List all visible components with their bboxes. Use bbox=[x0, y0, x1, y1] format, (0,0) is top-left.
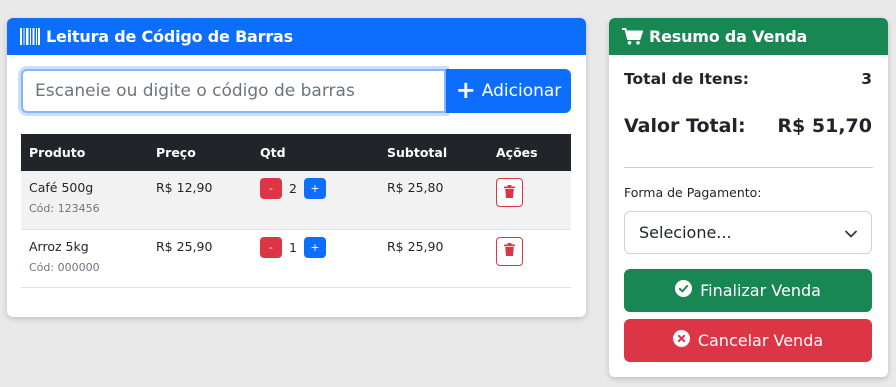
total-value-row: Valor Total: R$ 51,70 bbox=[624, 115, 872, 137]
trash-icon bbox=[504, 184, 515, 201]
price-cell: R$ 25,90 bbox=[148, 229, 252, 288]
add-item-button-label: Adicionar bbox=[481, 81, 562, 101]
barcode-scan-card: Leitura de Código de Barras + Adicionar … bbox=[7, 18, 586, 317]
product-cell: Arroz 5kg Cód: 000000 bbox=[21, 229, 148, 288]
payment-method-select[interactable]: Selecione... bbox=[624, 211, 872, 254]
x-circle-icon bbox=[672, 330, 690, 351]
total-items-value: 3 bbox=[861, 70, 872, 88]
col-header-subtotal: Subtotal bbox=[379, 134, 488, 171]
total-value-amount: R$ 51,70 bbox=[777, 115, 872, 137]
subtotal-cell: R$ 25,80 bbox=[379, 171, 488, 230]
product-code: Cód: 000000 bbox=[29, 260, 100, 274]
product-cell: Café 500g Cód: 123456 bbox=[21, 171, 148, 230]
cancel-sale-button[interactable]: Cancelar Venda bbox=[624, 319, 872, 362]
table-header-row: Produto Preço Qtd Subtotal Ações bbox=[21, 134, 571, 171]
decrease-qty-button[interactable]: - bbox=[260, 236, 282, 258]
summary-divider bbox=[624, 167, 873, 168]
actions-cell bbox=[488, 171, 571, 230]
col-header-qty: Qtd bbox=[252, 134, 379, 171]
plus-icon: + bbox=[455, 76, 476, 104]
finalize-sale-label: Finalizar Venda bbox=[700, 281, 821, 300]
product-code: Cód: 123456 bbox=[29, 202, 100, 215]
barcode-input-group: + Adicionar bbox=[21, 69, 571, 113]
barcode-icon bbox=[20, 28, 40, 45]
check-circle-icon bbox=[675, 280, 693, 301]
scan-card-title: Leitura de Código de Barras bbox=[46, 27, 293, 46]
total-items-label: Total de Itens: bbox=[624, 70, 749, 88]
product-name: Café 500g bbox=[29, 180, 94, 195]
table-row: Café 500g Cód: 123456 R$ 12,90 - 2 + R$ … bbox=[21, 171, 571, 230]
qty-value: 1 bbox=[289, 239, 297, 255]
scan-card-header: Leitura de Código de Barras bbox=[7, 18, 586, 55]
qty-cell: - 1 + bbox=[252, 229, 379, 288]
delete-item-button[interactable] bbox=[496, 236, 523, 266]
finalize-sale-button[interactable]: Finalizar Venda bbox=[624, 269, 872, 312]
cart-icon bbox=[622, 28, 643, 45]
col-header-price: Preço bbox=[148, 134, 252, 171]
trash-icon bbox=[504, 243, 515, 259]
delete-item-button[interactable] bbox=[496, 178, 523, 207]
col-header-product: Produto bbox=[21, 134, 148, 171]
col-header-actions: Ações bbox=[488, 134, 571, 171]
total-value-label: Valor Total: bbox=[624, 115, 746, 137]
chevron-down-icon bbox=[845, 223, 857, 242]
items-table: Produto Preço Qtd Subtotal Ações Café 50… bbox=[21, 134, 571, 288]
qty-cell: - 2 + bbox=[252, 171, 379, 230]
barcode-input[interactable] bbox=[21, 69, 446, 113]
payment-method-label: Forma de Pagamento: bbox=[624, 185, 762, 200]
product-name: Arroz 5kg bbox=[29, 238, 89, 254]
increase-qty-button[interactable]: + bbox=[303, 178, 326, 199]
increase-qty-button[interactable]: + bbox=[303, 236, 326, 258]
total-items-row: Total de Itens: 3 bbox=[624, 70, 872, 88]
table-row: Arroz 5kg Cód: 000000 R$ 25,90 - 1 + R$ … bbox=[21, 229, 571, 288]
cancel-sale-label: Cancelar Venda bbox=[697, 331, 824, 350]
subtotal-cell: R$ 25,90 bbox=[379, 229, 488, 288]
decrease-qty-button[interactable]: - bbox=[260, 178, 282, 199]
summary-card-header: Resumo da Venda bbox=[609, 18, 888, 55]
qty-value: 2 bbox=[289, 181, 297, 196]
price-cell: R$ 12,90 bbox=[148, 171, 252, 230]
payment-method-selected: Selecione... bbox=[639, 223, 732, 242]
add-item-button[interactable]: + Adicionar bbox=[446, 69, 571, 113]
actions-cell bbox=[488, 229, 571, 288]
summary-card-title: Resumo da Venda bbox=[649, 27, 808, 46]
sale-summary-card: Resumo da Venda Total de Itens: 3 Valor … bbox=[609, 18, 888, 377]
